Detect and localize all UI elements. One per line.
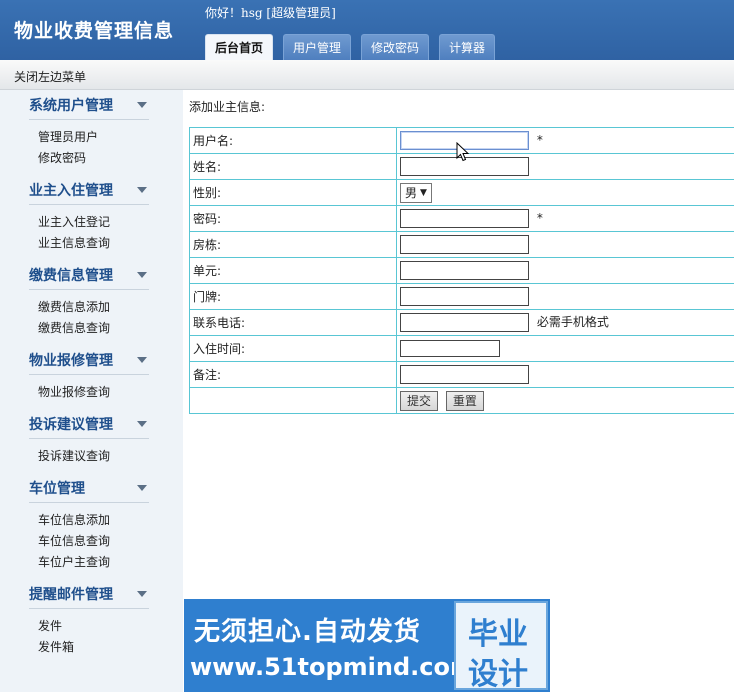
sidebar-group-complaints: 投诉建议管理 投诉建议查询 (29, 409, 149, 473)
form-row-gender: 性别: 男 ▼ (190, 180, 734, 206)
sidebar-group-title: 提醒邮件管理 (29, 584, 113, 604)
reset-button[interactable]: 重置 (446, 391, 484, 411)
user-greeting: 你好！hsg [超级管理员] (205, 4, 336, 21)
sidebar-group-parking: 车位管理 车位信息添加 车位信息查询 车位户主查询 (29, 473, 149, 579)
submit-button[interactable]: 提交 (400, 391, 438, 411)
sidebar-item-payment-add[interactable]: 缴费信息添加 (38, 297, 149, 318)
sidebar-item-payment-query[interactable]: 缴费信息查询 (38, 318, 149, 339)
form-row-password: 密码: * (190, 206, 734, 232)
close-left-menu-link[interactable]: 关闭左边菜单 (14, 68, 86, 85)
sidebar-item-change-password[interactable]: 修改密码 (38, 148, 149, 169)
chevron-down-icon (137, 357, 147, 363)
password-input[interactable] (400, 209, 529, 228)
form-row-checkin-time: 入住时间: (190, 336, 734, 362)
form-heading: 添加业主信息: (189, 98, 265, 115)
chevron-down-icon (137, 187, 147, 193)
sidebar-item-send-mail[interactable]: 发件 (38, 616, 149, 637)
watermark-banner: 无须担心.自动发货 www.51topmind.com 毕业 设计 (184, 599, 550, 692)
chevron-down-icon (137, 102, 147, 108)
sidebar-group-title: 缴费信息管理 (29, 265, 113, 285)
form-row-unit: 单元: (190, 258, 734, 284)
gender-select[interactable]: 男 ▼ (400, 183, 432, 203)
form-row-building: 房栋: (190, 232, 734, 258)
sidebar-group-title: 业主入住管理 (29, 180, 113, 200)
banner-logo-bottom: 设计 (468, 649, 528, 693)
banner-slogan: 无须担心.自动发货 (194, 611, 421, 648)
sidebar-group-repairs: 物业报修管理 物业报修查询 (29, 345, 149, 409)
checkin-time-input[interactable] (400, 340, 500, 357)
door-number-input[interactable] (400, 287, 529, 306)
banner-url: www.51topmind.com (190, 653, 475, 681)
sidebar-item-parking-owner-query[interactable]: 车位户主查询 (38, 552, 149, 573)
caret-down-icon: ▼ (420, 188, 427, 198)
sidebar-group-title: 投诉建议管理 (29, 414, 113, 434)
banner-logo-box: 毕业 设计 (454, 601, 548, 690)
field-label: 门牌: (190, 284, 397, 310)
sidebar-group-header[interactable]: 投诉建议管理 (29, 409, 149, 439)
field-label: 密码: (190, 206, 397, 232)
sidebar-group-payments: 缴费信息管理 缴费信息添加 缴费信息查询 (29, 260, 149, 345)
sidebar-group-header[interactable]: 提醒邮件管理 (29, 579, 149, 609)
remark-input[interactable] (400, 365, 529, 384)
field-label: 单元: (190, 258, 397, 284)
sidebar-group-owner-checkin: 业主入住管理 业主入住登记 业主信息查询 (29, 175, 149, 260)
sidebar: 系统用户管理 管理员用户 修改密码 业主入住管理 业主入住登记 业主信息查询 缴… (0, 90, 183, 692)
sidebar-group-system-users: 系统用户管理 管理员用户 修改密码 (29, 90, 149, 175)
chevron-down-icon (137, 421, 147, 427)
sidebar-item-owner-query[interactable]: 业主信息查询 (38, 233, 149, 254)
required-mark: * (537, 133, 543, 147)
sidebar-group-title: 车位管理 (29, 478, 85, 498)
chevron-down-icon (137, 591, 147, 597)
phone-input[interactable] (400, 313, 529, 332)
sidebar-item-admin-users[interactable]: 管理员用户 (38, 127, 149, 148)
field-label: 房栋: (190, 232, 397, 258)
sidebar-group-header[interactable]: 缴费信息管理 (29, 260, 149, 290)
app-title: 物业收费管理信息 (14, 16, 174, 43)
field-label: 入住时间: (190, 336, 397, 362)
unit-input[interactable] (400, 261, 529, 280)
sidebar-group-header[interactable]: 物业报修管理 (29, 345, 149, 375)
phone-format-hint: 必需手机格式 (537, 315, 609, 329)
top-nav-tabs: 后台首页 用户管理 修改密码 计算器 (205, 34, 505, 60)
sidebar-group-header[interactable]: 车位管理 (29, 473, 149, 503)
form-row-actions: 提交 重置 (190, 388, 734, 414)
tab-calculator[interactable]: 计算器 (439, 34, 495, 60)
sidebar-item-parking-add[interactable]: 车位信息添加 (38, 510, 149, 531)
field-label: 用户名: (190, 128, 397, 154)
sidebar-item-complaint-query[interactable]: 投诉建议查询 (38, 446, 149, 467)
chevron-down-icon (137, 485, 147, 491)
form-row-phone: 联系电话: 必需手机格式 (190, 310, 734, 336)
sidebar-group-header[interactable]: 业主入住管理 (29, 175, 149, 205)
owner-form-table: 用户名: * 姓名: 性别: 男 ▼ 密码: * (189, 127, 734, 414)
chevron-down-icon (137, 272, 147, 278)
form-row-door: 门牌: (190, 284, 734, 310)
sidebar-group-title: 系统用户管理 (29, 95, 113, 115)
field-label: 备注: (190, 362, 397, 388)
toolbar-strip: 关闭左边菜单 (0, 60, 734, 90)
mouse-cursor-icon (456, 142, 470, 162)
field-label: 性别: (190, 180, 397, 206)
tab-user-management[interactable]: 用户管理 (283, 34, 351, 60)
building-input[interactable] (400, 235, 529, 254)
tab-home[interactable]: 后台首页 (205, 34, 273, 60)
sidebar-group-header[interactable]: 系统用户管理 (29, 90, 149, 120)
sidebar-group-reminder-mail: 提醒邮件管理 发件 发件箱 (29, 579, 149, 664)
form-row-remark: 备注: (190, 362, 734, 388)
required-mark: * (537, 211, 543, 225)
sidebar-item-owner-register[interactable]: 业主入住登记 (38, 212, 149, 233)
sidebar-item-outbox[interactable]: 发件箱 (38, 637, 149, 658)
tab-change-password[interactable]: 修改密码 (361, 34, 429, 60)
field-label: 联系电话: (190, 310, 397, 336)
gender-select-value: 男 (405, 184, 417, 201)
field-label: 姓名: (190, 154, 397, 180)
sidebar-item-repair-query[interactable]: 物业报修查询 (38, 382, 149, 403)
app-header: 物业收费管理信息 你好！hsg [超级管理员] 后台首页 用户管理 修改密码 计… (0, 0, 734, 60)
banner-logo-top: 毕业 (468, 609, 528, 653)
sidebar-group-title: 物业报修管理 (29, 350, 113, 370)
sidebar-item-parking-query[interactable]: 车位信息查询 (38, 531, 149, 552)
